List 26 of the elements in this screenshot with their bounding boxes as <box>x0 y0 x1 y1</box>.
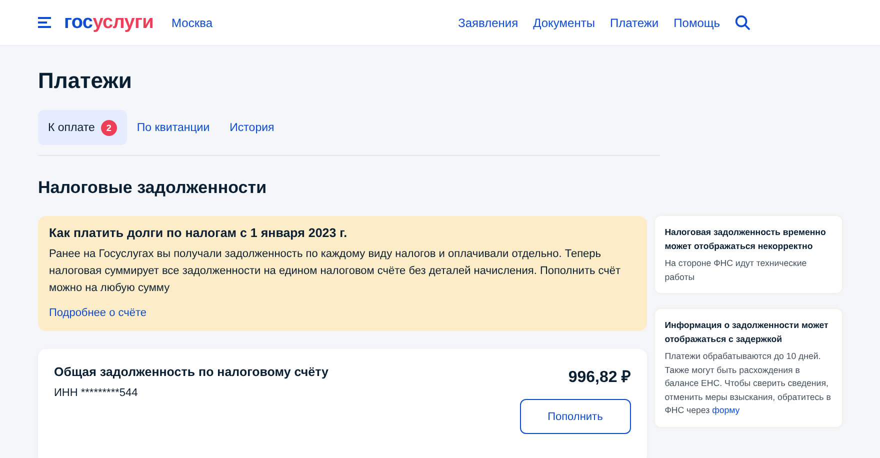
logo[interactable]: госуслуги <box>64 12 154 34</box>
more-link[interactable]: Подробнее о счёте <box>49 307 147 319</box>
info-text: На стороне ФНС идут технические работы <box>664 257 808 284</box>
tab[interactable]: История <box>220 110 284 145</box>
tab[interactable]: По квитанции <box>126 110 220 145</box>
city-link[interactable]: Москва <box>172 16 212 30</box>
search-icon[interactable] <box>735 15 750 30</box>
notice-title: Как платить долги по налогам с 1 января 2023 г. <box>49 226 348 240</box>
info-title: Информация о задолженности может отображаться с задержкой <box>664 319 830 346</box>
info-text: Платежи обрабатываются до 10 дней. Также могут быть расхождения в балансе ЕНС. Чтобы сверить сведения, отменить меры взыскания, обратитесь в ФНС через форму <box>664 350 832 417</box>
page-title: Платежи <box>38 68 133 94</box>
menu-icon[interactable] <box>38 17 52 28</box>
tab[interactable]: К оплате 2 <box>38 110 127 145</box>
nav-link[interactable]: Помощь <box>674 16 720 30</box>
nav-link[interactable]: Заявления <box>458 16 518 30</box>
inn-text: ИНН *********544 <box>54 387 139 399</box>
debt-title: Общая задолженность по налоговому счёту <box>54 365 328 379</box>
notice-text: Ранее на Госуслугах вы получали задолженность по каждому виду налогов и оплачивали отдельно. Теперь налоговая суммирует все задолженности на едином налоговом счёте без деталей начисления. Пополнить счёт можно на любую сумму <box>49 247 622 296</box>
section-title: Налоговые задолженности <box>38 178 268 198</box>
form-link[interactable]: форму <box>712 405 740 415</box>
info-title: Налоговая задолженность временно может отображаться некорректно <box>664 226 827 253</box>
nav-link[interactable]: Документы <box>533 16 595 30</box>
debt-amount: 996,82 ₽ <box>568 368 631 387</box>
count-badge: 2 <box>100 120 117 136</box>
nav-link[interactable]: Платежи <box>610 16 659 30</box>
top-up-button[interactable]: Пополнить <box>520 399 631 434</box>
